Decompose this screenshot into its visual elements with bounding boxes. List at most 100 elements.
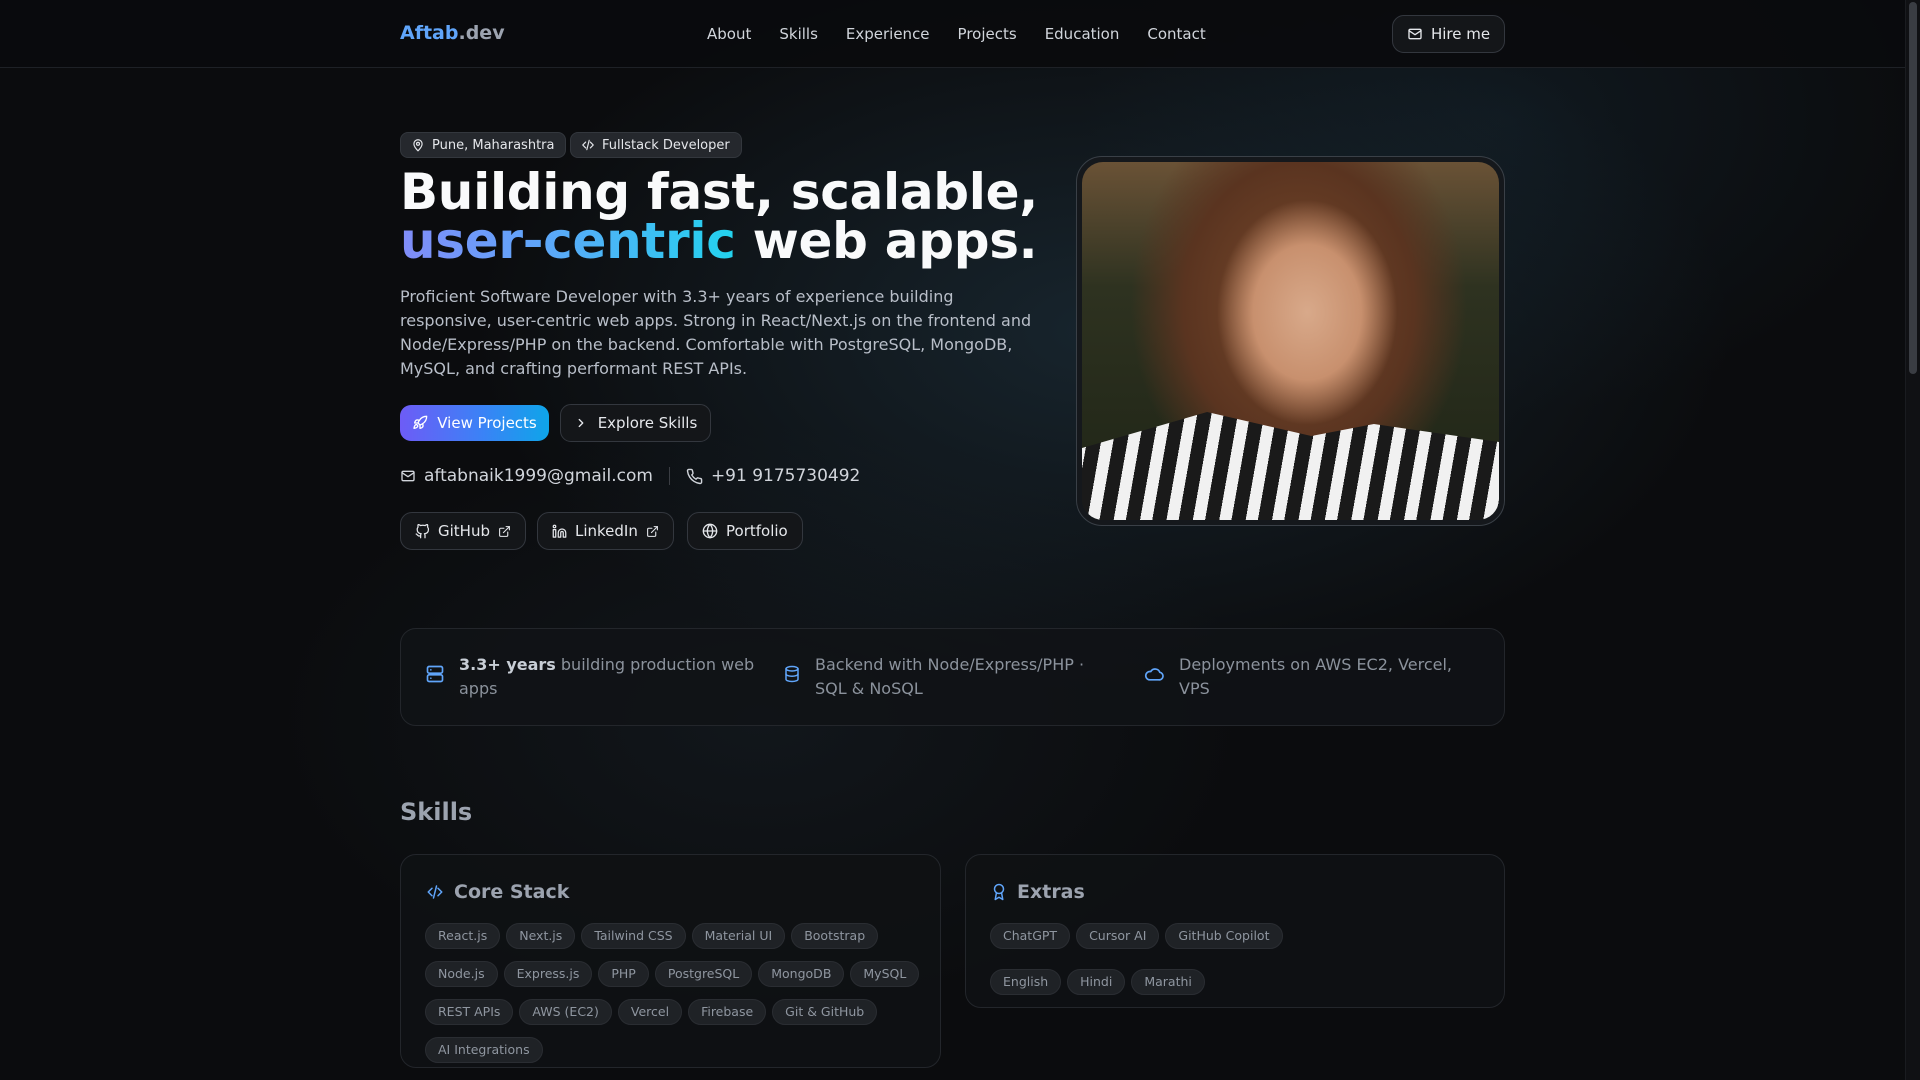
external-link-icon	[498, 525, 511, 538]
skill-tag: Firebase	[688, 999, 767, 1025]
github-label: GitHub	[438, 522, 490, 540]
nav-projects[interactable]: Projects	[958, 25, 1017, 43]
explore-skills-label: Explore Skills	[597, 414, 698, 432]
nav-about[interactable]: About	[707, 25, 751, 43]
phone-icon	[686, 468, 703, 485]
skill-tag: Material UI	[691, 923, 786, 949]
linkedin-icon	[552, 524, 567, 539]
rocket-icon	[412, 415, 428, 431]
code-icon	[581, 138, 595, 152]
skill-tag: Express.js	[503, 961, 593, 987]
linkedin-label: LinkedIn	[575, 522, 638, 540]
skill-tag: PostgreSQL	[654, 961, 753, 987]
extra-tag: GitHub Copilot	[1165, 923, 1283, 949]
mail-icon	[1407, 26, 1423, 42]
hero-headline: Building fast, scalable, user-centric we…	[400, 163, 1038, 266]
nav-skills[interactable]: Skills	[779, 25, 818, 43]
github-icon	[415, 523, 430, 539]
email-text: aftabnaik1999@gmail.com	[424, 466, 653, 486]
core-stack-card: Core Stack React.js Next.js Tailwind CSS…	[400, 854, 941, 1068]
skill-tag: MongoDB	[758, 961, 845, 987]
stat-deployments-text: Deployments on AWS EC2, Vercel, VPS	[1179, 655, 1453, 698]
main-nav: About Skills Experience Projects Educati…	[707, 25, 1234, 43]
skill-tag: Tailwind CSS	[581, 923, 686, 949]
portfolio-button[interactable]: Portfolio	[687, 512, 803, 550]
extras-title: Extras	[990, 881, 1085, 903]
nav-experience[interactable]: Experience	[846, 25, 930, 43]
page-scrollbar[interactable]	[1905, 0, 1920, 1080]
github-button[interactable]: GitHub	[400, 512, 526, 550]
email-link[interactable]: aftabnaik1999@gmail.com	[400, 466, 653, 486]
hire-me-button[interactable]: Hire me	[1392, 15, 1505, 53]
logo-name: Aftab	[400, 22, 459, 44]
skill-tag: Bootstrap	[791, 923, 879, 949]
site-logo[interactable]: Aftab.dev	[400, 22, 505, 44]
external-link-icon	[646, 525, 659, 538]
background-glow	[0, 0, 1920, 1080]
cloud-icon	[1143, 664, 1165, 701]
skill-tag: AI Integrations	[425, 1037, 543, 1063]
extras-label: Extras	[1017, 881, 1085, 903]
skill-tag: PHP	[598, 961, 649, 987]
hero-description: Proficient Software Developer with 3.3+ …	[400, 287, 1032, 378]
headline-line-1: Building fast, scalable,	[400, 163, 1038, 221]
skill-tag: Next.js	[506, 923, 576, 949]
extras-card: Extras ChatGPT Cursor AI GitHub Copilot …	[965, 854, 1505, 1008]
core-stack-tags: React.js Next.js Tailwind CSS Material U…	[425, 923, 925, 1063]
view-projects-button[interactable]: View Projects	[400, 405, 549, 441]
profile-photo	[1082, 162, 1499, 520]
database-icon	[783, 664, 801, 701]
stats-bar: 3.3+ years building production web apps …	[400, 628, 1505, 726]
core-stack-label: Core Stack	[454, 881, 570, 903]
skill-tag: REST APIs	[425, 999, 514, 1025]
nav-contact[interactable]: Contact	[1147, 25, 1205, 43]
phone-link[interactable]: +91 9175730492	[686, 466, 860, 486]
logo-suffix: .dev	[458, 22, 505, 44]
extra-tag: ChatGPT	[990, 923, 1071, 949]
view-projects-label: View Projects	[437, 414, 537, 432]
stat-experience: 3.3+ years building production web apps	[425, 653, 755, 701]
server-icon	[425, 664, 445, 701]
location-chip: Pune, Maharashtra	[400, 132, 567, 158]
linkedin-button[interactable]: LinkedIn	[537, 512, 674, 550]
extra-tag: Marathi	[1131, 969, 1205, 995]
location-label: Pune, Maharashtra	[432, 137, 555, 153]
extra-tag: Cursor AI	[1076, 923, 1160, 949]
skill-tag: Node.js	[425, 961, 498, 987]
skill-tag: Vercel	[617, 999, 683, 1025]
globe-icon	[702, 523, 718, 539]
stat-backend-text: Backend with Node/Express/PHP · SQL & No…	[815, 655, 1085, 698]
scrollbar-thumb[interactable]	[1909, 2, 1917, 374]
stat-experience-highlight: 3.3+ years	[459, 655, 556, 674]
code-icon	[425, 883, 445, 901]
stat-backend: Backend with Node/Express/PHP · SQL & No…	[783, 653, 1103, 701]
profile-photo-frame	[1076, 156, 1505, 526]
top-navbar: Aftab.dev About Skills Experience Projec…	[0, 0, 1905, 68]
extra-tag: English	[990, 969, 1062, 995]
map-pin-icon	[411, 138, 425, 152]
extras-tags: ChatGPT Cursor AI GitHub Copilot English…	[990, 923, 1480, 995]
hire-me-label: Hire me	[1430, 25, 1491, 43]
skills-heading: Skills	[400, 798, 473, 826]
skill-tag: Git & GitHub	[772, 999, 878, 1025]
stat-experience-text: 3.3+ years building production web apps	[459, 653, 755, 701]
headline-line-2: user-centric web apps.	[400, 216, 1038, 266]
portfolio-label: Portfolio	[726, 522, 788, 540]
contact-row: aftabnaik1999@gmail.com +91 9175730492	[400, 466, 860, 486]
headline-rest: web apps.	[735, 212, 1038, 270]
core-stack-title: Core Stack	[425, 881, 569, 903]
role-chip: Fullstack Developer	[570, 132, 742, 158]
chevron-right-icon	[574, 416, 588, 430]
mail-icon	[400, 468, 416, 484]
award-icon	[990, 882, 1008, 902]
nav-education[interactable]: Education	[1045, 25, 1120, 43]
extra-tag: Hindi	[1067, 969, 1126, 995]
stat-deployments: Deployments on AWS EC2, Vercel, VPS	[1143, 653, 1483, 701]
skill-tag: MySQL	[850, 961, 920, 987]
skill-tag: React.js	[425, 923, 501, 949]
role-label: Fullstack Developer	[602, 137, 730, 153]
phone-text: +91 9175730492	[710, 466, 861, 486]
headline-accent: user-centric	[400, 212, 736, 270]
contact-divider	[668, 467, 670, 485]
explore-skills-button[interactable]: Explore Skills	[560, 404, 711, 442]
